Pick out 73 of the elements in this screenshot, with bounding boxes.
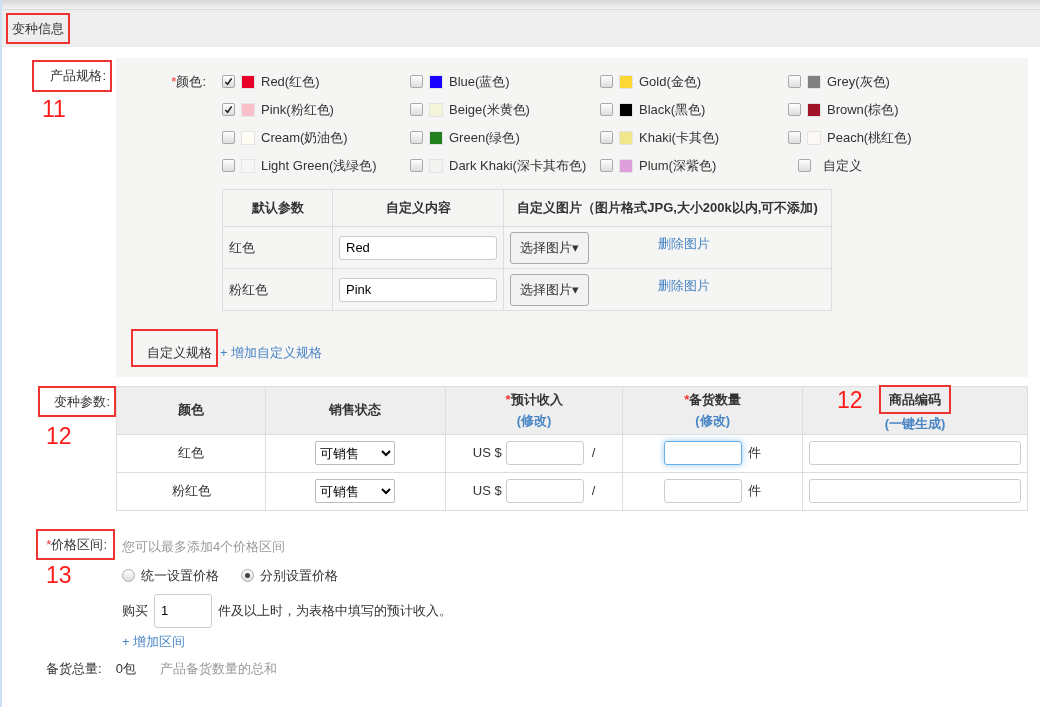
table-cell: 粉红色 (116, 472, 266, 510)
hint-text: 您可以最多添加4个价格区间 (122, 537, 287, 556)
radio-label[interactable]: 分别设置价格 (260, 566, 338, 586)
check-icon (224, 105, 233, 114)
quantity-field[interactable]: 1 (154, 593, 212, 628)
status-dropdown[interactable]: 可销售 (315, 441, 396, 465)
column-header: 商品编码 (881, 386, 949, 412)
table-cell: 粉红色 (222, 268, 333, 311)
currency-label: US $ (472, 482, 502, 501)
column-header: 默认参数 (222, 189, 333, 227)
color-checkbox[interactable]: Plum(深紫色) (600, 156, 788, 175)
color-checkbox[interactable]: Beige(米黄色) (410, 100, 600, 119)
color-checkbox[interactable]: 自定义 (798, 156, 968, 175)
quantity-field[interactable] (664, 479, 743, 503)
color-checkbox[interactable]: Khaki(卡其色) (600, 128, 788, 147)
delete-image-link[interactable]: 删除图片 (657, 233, 710, 254)
delete-image-link[interactable]: 删除图片 (657, 275, 710, 296)
color-checkbox[interactable]: Dark Khaki(深卡其布色) (410, 156, 600, 175)
hint-text: 产品备货数量的总和 (159, 660, 277, 678)
radio-button[interactable] (122, 569, 135, 583)
check-icon (224, 77, 233, 86)
price-field[interactable] (505, 441, 584, 465)
color-checkbox[interactable]: Pink(粉红色) (222, 100, 410, 119)
annotation-number: 12 (46, 425, 72, 448)
select-image-button[interactable]: 选择图片▾ (510, 273, 589, 306)
field-label: 变种参数: (40, 387, 114, 415)
stock-value: 0包 (115, 660, 136, 678)
field-label: *颜色: (171, 74, 206, 89)
color-checkbox[interactable]: Peach(桃红色) (788, 128, 968, 147)
table-cell: 红色 (222, 226, 333, 269)
color-checkbox[interactable]: Cream(奶油色) (222, 128, 410, 147)
quantity-field[interactable] (664, 441, 743, 465)
unit-label: 件 (748, 444, 762, 463)
input-field[interactable]: Red (339, 235, 497, 260)
sku-field[interactable] (809, 441, 1021, 465)
currency-label: US $ (472, 444, 502, 463)
column-header: 销售状态 (329, 401, 382, 420)
annotation-number: 12 (836, 388, 863, 412)
color-checkbox[interactable]: Gold(金色) (600, 72, 788, 91)
add-range-link[interactable]: + 增加区间 (122, 631, 186, 651)
table-cell: 红色 (116, 434, 266, 472)
column-header: 颜色 (178, 401, 205, 420)
radio-button[interactable] (241, 569, 254, 583)
color-checkbox[interactable]: Red(红色) (222, 72, 410, 91)
section-title: 变种信息 (8, 14, 68, 43)
field-label: 备货总量: (46, 660, 102, 678)
annotation-number: 11 (42, 97, 66, 121)
select-image-button[interactable]: 选择图片▾ (510, 231, 589, 264)
annotation-number: 13 (46, 564, 72, 587)
color-checkbox[interactable]: Brown(棕色) (788, 100, 968, 119)
separator-text: / (591, 482, 596, 501)
unit-label: 件 (748, 482, 762, 501)
column-header: *预计收入 (505, 390, 563, 409)
separator-text: / (591, 444, 596, 463)
radio-label[interactable]: 统一设置价格 (141, 566, 219, 586)
buy-description: 件及以上时，为表格中填写的预计收入。 (218, 601, 452, 620)
column-header: 自定义内容 (332, 189, 504, 227)
column-header: 自定义图片（图片格式JPG,大小200k以内,可不添加) (503, 189, 832, 227)
custom-spec-label: 自定义规格 (133, 331, 216, 365)
field-label: *价格区间: (38, 530, 113, 558)
price-field[interactable] (505, 479, 584, 503)
sku-field[interactable] (809, 479, 1021, 503)
field-label: 产品规格: (34, 62, 110, 90)
add-custom-spec-link[interactable]: + 增加自定义规格 (220, 333, 323, 363)
input-field[interactable]: Pink (339, 277, 497, 302)
column-header: *备货数量 (684, 390, 742, 409)
status-dropdown[interactable]: 可销售 (315, 479, 396, 503)
color-checkbox[interactable]: Green(绿色) (410, 128, 600, 147)
color-checkbox[interactable]: Blue(蓝色) (410, 72, 600, 91)
color-checkbox[interactable]: Grey(灰色) (788, 72, 968, 91)
color-checkbox[interactable]: Black(黑色) (600, 100, 788, 119)
buy-label: 购买 (122, 601, 148, 620)
color-checkbox[interactable]: Light Green(浅绿色) (222, 156, 410, 175)
